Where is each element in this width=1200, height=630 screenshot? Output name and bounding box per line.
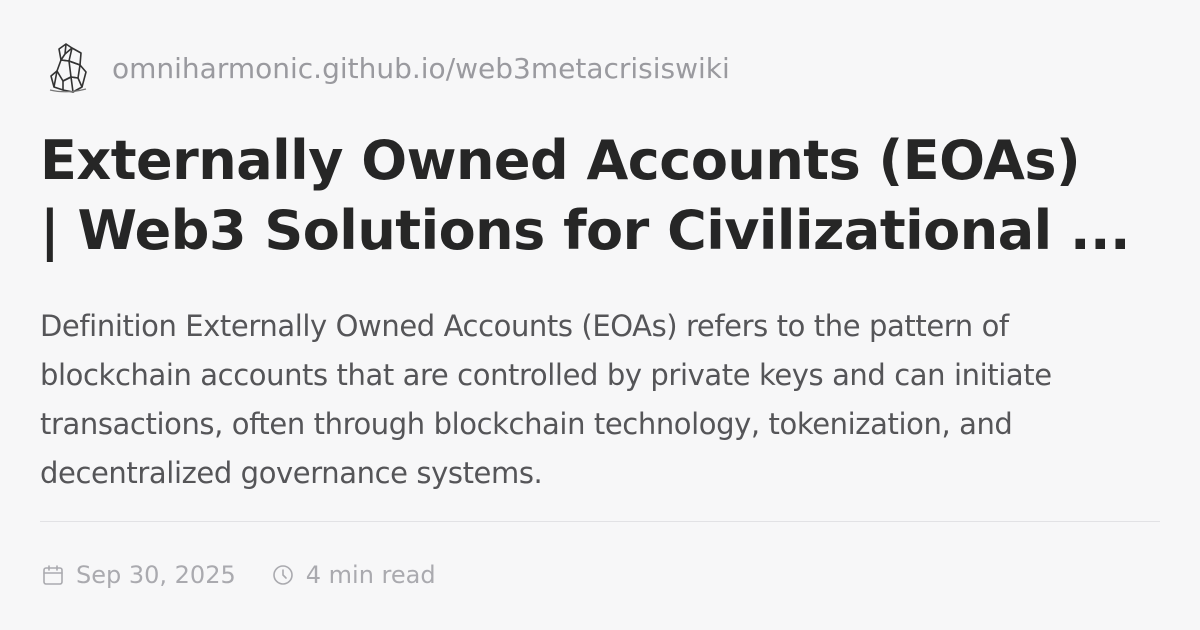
title-line: | Web3 Solutions for Civilizational ... bbox=[40, 199, 1130, 262]
title-line: Externally Owned Accounts (EOAs) bbox=[40, 129, 1081, 192]
read-time-text: 4 min read bbox=[305, 561, 436, 589]
article-meta: Sep 30, 2025 4 min read bbox=[40, 555, 470, 595]
read-time: 4 min read bbox=[270, 561, 436, 589]
site-header: omniharmonic.github.io/web3metacrisiswik… bbox=[40, 40, 730, 96]
description-line: blockchain accounts that are controlled … bbox=[40, 358, 1052, 392]
crystal-logo-icon bbox=[40, 40, 96, 96]
calendar-icon bbox=[40, 562, 66, 588]
divider bbox=[40, 521, 1160, 522]
social-preview-card: omniharmonic.github.io/web3metacrisiswik… bbox=[0, 0, 1200, 630]
description-line: transactions, often through blockchain t… bbox=[40, 407, 1013, 441]
description-line: Definition Externally Owned Accounts (EO… bbox=[40, 309, 1009, 343]
page-title: Externally Owned Accounts (EOAs) | Web3 … bbox=[40, 126, 1170, 266]
publish-date-text: Sep 30, 2025 bbox=[76, 561, 236, 589]
clock-icon bbox=[270, 562, 296, 588]
description-line: decentralized governance systems. bbox=[40, 456, 543, 490]
publish-date: Sep 30, 2025 bbox=[40, 561, 236, 589]
site-url: omniharmonic.github.io/web3metacrisiswik… bbox=[112, 51, 730, 85]
page-description: Definition Externally Owned Accounts (EO… bbox=[40, 302, 1160, 492]
